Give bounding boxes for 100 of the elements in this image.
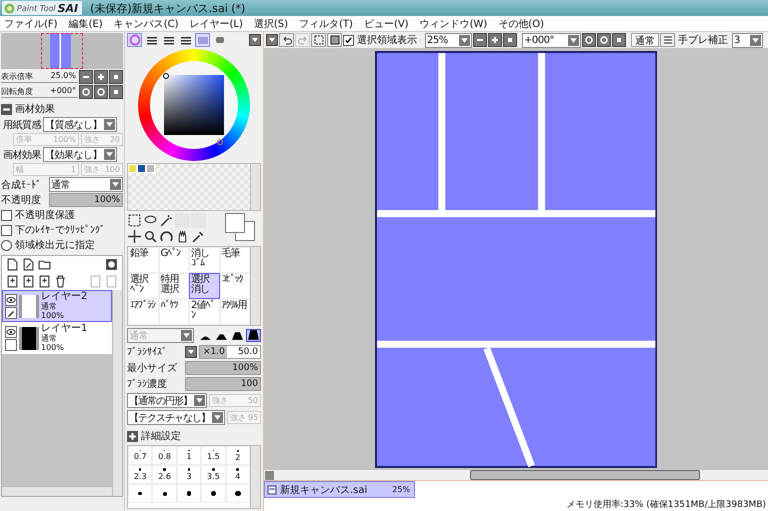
blend-mode-dropdown[interactable]: 通常	[49, 177, 123, 192]
scrollbar[interactable]	[250, 446, 260, 508]
edit-toggle[interactable]	[5, 338, 17, 350]
collapse-toggle[interactable]	[1, 104, 12, 114]
layer-row[interactable]: レイヤー1 通常 100%	[2, 322, 112, 354]
color-wheel-icon[interactable]	[127, 33, 142, 47]
rotation-dropdown[interactable]: +000°	[522, 32, 581, 48]
mask-icon[interactable]	[105, 258, 118, 271]
trash-icon[interactable]	[54, 275, 67, 288]
menu-button[interactable]	[249, 34, 261, 46]
rotate-right-button[interactable]	[94, 85, 108, 99]
brush-tool[interactable]: ﾊﾞｹﾂ	[158, 299, 189, 325]
size-preset[interactable]: 3	[176, 465, 202, 484]
color-bars-icon[interactable]	[195, 33, 210, 47]
dropdown-button[interactable]	[185, 346, 197, 358]
move-icon[interactable]	[127, 229, 142, 244]
reset-button[interactable]	[612, 33, 626, 47]
menu-item[interactable]: 編集(E)	[68, 16, 103, 30]
rotate-left-button[interactable]	[582, 33, 596, 47]
zoom-in-button[interactable]	[94, 70, 108, 84]
zoom-dropdown[interactable]: 25%	[425, 32, 472, 48]
undo-icon[interactable]	[279, 33, 294, 47]
color-swatch[interactable]	[137, 164, 146, 173]
menu-button[interactable]	[266, 34, 278, 46]
zoom-out-button[interactable]	[79, 70, 93, 84]
layer-action-icon[interactable]	[6, 275, 19, 288]
shape-dropdown[interactable]: 【テクスチャなし】	[127, 410, 225, 425]
color-boxes[interactable]	[225, 213, 255, 241]
value-slider[interactable]: 100%	[185, 361, 261, 375]
size-preset[interactable]: 3.5	[201, 465, 226, 484]
stabilizer-dropdown[interactable]: 3	[732, 32, 763, 48]
menu-item[interactable]: その他(O)	[498, 16, 544, 30]
brush-tool[interactable]: ｱｸﾘﾙ用	[220, 299, 250, 325]
mode-button[interactable]: 通常	[631, 33, 659, 47]
canvas-tab[interactable]: 新規キャンバス.sai 25%	[264, 481, 416, 498]
size-preset[interactable]: 1.5	[201, 446, 226, 465]
menu-item[interactable]: 選択(S)	[254, 16, 288, 30]
color-square[interactable]	[164, 75, 224, 135]
size-preset[interactable]: 2	[226, 446, 250, 465]
reset-button[interactable]	[109, 85, 123, 99]
brush-tool[interactable]: ｴｱﾌﾞﾗｼ	[128, 299, 158, 325]
eyedropper-icon[interactable]	[191, 229, 206, 244]
color-swatch[interactable]	[128, 164, 137, 173]
shape-dropdown[interactable]: 【通常の円形】	[127, 393, 207, 408]
scrollbar[interactable]	[2, 486, 112, 496]
layer-row[interactable]: レイヤー2 通常 100%	[2, 290, 112, 322]
scrollbar[interactable]	[470, 470, 700, 480]
reset-button[interactable]	[109, 70, 123, 84]
visibility-toggle[interactable]	[5, 294, 17, 306]
magic-wand-icon[interactable]	[159, 213, 174, 228]
scrollbar[interactable]	[112, 290, 122, 496]
rotate-icon[interactable]	[159, 229, 174, 244]
deselect-icon[interactable]	[311, 33, 326, 47]
expand-toggle[interactable]	[127, 430, 138, 442]
layer-action-icon[interactable]	[38, 275, 51, 288]
brush-tool[interactable]: Gﾍﾟﾝ	[158, 247, 189, 273]
menu-item[interactable]: ビュー(V)	[364, 16, 409, 30]
brush-tool[interactable]: 特用選択	[158, 273, 189, 299]
opacity-slider[interactable]: 100%	[49, 193, 123, 207]
brush-tool[interactable]: 毛筆	[220, 247, 250, 273]
color-swatch[interactable]	[146, 164, 155, 173]
brush-tool[interactable]: 2値ﾍﾟﾝ	[189, 299, 220, 325]
rectangle-select-icon[interactable]	[127, 213, 142, 228]
radio-button[interactable]	[1, 240, 12, 250]
visibility-toggle[interactable]	[5, 326, 17, 338]
size-preset[interactable]: 0.7	[128, 446, 152, 465]
checkbox[interactable]	[1, 224, 12, 236]
value-slider[interactable]: ×1.0 50.0	[199, 345, 261, 359]
menu-item[interactable]: ウィンドウ(W)	[420, 16, 488, 30]
menu-item[interactable]: キャンバス(C)	[114, 16, 178, 30]
page-icon[interactable]	[6, 258, 19, 271]
edit-toggle[interactable]	[5, 306, 17, 318]
reset-button[interactable]	[503, 33, 517, 47]
scrollbar[interactable]	[250, 164, 260, 210]
size-preset[interactable]: 2.6	[152, 465, 177, 484]
rotate-right-button[interactable]	[597, 33, 611, 47]
brush-tool[interactable]: 鉛筆	[128, 247, 158, 273]
magnifier-icon[interactable]	[143, 229, 158, 244]
menu-item[interactable]: ファイル(F)	[4, 16, 58, 30]
size-preset[interactable]: 1	[176, 446, 202, 465]
size-preset[interactable]: 2.3	[128, 465, 152, 484]
zoom-out-button[interactable]	[473, 33, 487, 47]
value-slider[interactable]: 100	[185, 377, 261, 391]
checkbox[interactable]	[1, 210, 12, 220]
brush-tip-shape[interactable]	[246, 329, 261, 342]
menu-item[interactable]: レイヤー(L)	[189, 16, 243, 30]
rotate-left-button[interactable]	[79, 85, 93, 99]
brush-tool[interactable]: 選択消し	[189, 273, 220, 299]
zoom-in-button[interactable]	[488, 33, 502, 47]
dropdown[interactable]: 【質感なし】	[43, 117, 117, 132]
menu-item[interactable]: フィルタ(T)	[299, 16, 353, 30]
brush-tool[interactable]: 消しｺﾞﾑ	[189, 247, 220, 273]
brush-tool[interactable]: 選択ﾍﾟﾝ	[128, 273, 158, 299]
folder-icon[interactable]	[38, 258, 51, 271]
dropdown[interactable]: 【効果なし】	[43, 147, 117, 162]
checkbox[interactable]	[343, 34, 354, 46]
page-pen-icon[interactable]	[22, 258, 35, 271]
layer-action-icon[interactable]	[22, 275, 35, 288]
brush-tool[interactable]: ｺﾋﾟｯｸ	[220, 273, 250, 299]
lines-icon[interactable]	[660, 33, 675, 47]
